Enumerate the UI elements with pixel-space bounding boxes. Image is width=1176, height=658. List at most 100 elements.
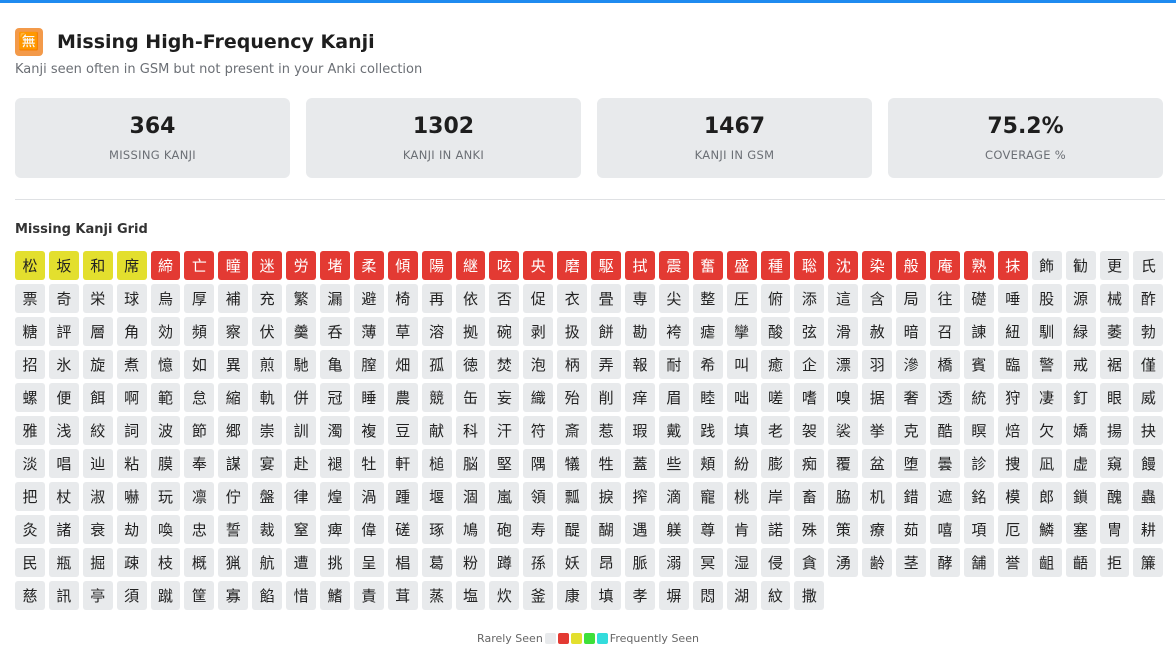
kanji-cell[interactable]: 凄 xyxy=(1031,383,1062,412)
kanji-cell[interactable]: 診 xyxy=(963,449,994,478)
kanji-cell[interactable]: 煮 xyxy=(116,350,147,379)
kanji-cell[interactable]: 這 xyxy=(828,284,859,313)
kanji-cell[interactable]: 紋 xyxy=(760,581,791,610)
kanji-cell[interactable]: 寿 xyxy=(523,515,554,544)
kanji-cell[interactable]: 煌 xyxy=(320,482,350,511)
kanji-cell[interactable]: 拭 xyxy=(625,251,655,280)
kanji-cell[interactable]: 徳 xyxy=(455,350,486,379)
kanji-cell[interactable]: 絞 xyxy=(82,416,113,445)
kanji-cell[interactable]: 企 xyxy=(794,350,825,379)
kanji-cell[interactable]: 餡 xyxy=(252,581,283,610)
kanji-cell[interactable]: 締 xyxy=(150,251,181,280)
kanji-cell[interactable]: 蒸 xyxy=(421,581,452,610)
kanji-cell[interactable]: 繁 xyxy=(286,284,317,313)
kanji-cell[interactable]: 戒 xyxy=(1065,350,1096,379)
kanji-cell[interactable]: 咄 xyxy=(726,383,757,412)
kanji-cell[interactable]: 賓 xyxy=(963,350,994,379)
kanji-cell[interactable]: 添 xyxy=(794,284,825,313)
kanji-cell[interactable]: 曇 xyxy=(930,449,960,478)
kanji-cell[interactable]: 肯 xyxy=(726,515,757,544)
kanji-cell[interactable]: 佇 xyxy=(218,482,249,511)
kanji-cell[interactable]: 剥 xyxy=(523,317,554,346)
kanji-cell[interactable]: 充 xyxy=(252,284,283,313)
kanji-cell[interactable]: 忠 xyxy=(184,515,215,544)
kanji-cell[interactable]: 警 xyxy=(1031,350,1062,379)
kanji-cell[interactable]: 献 xyxy=(421,416,452,445)
kanji-cell[interactable]: 馴 xyxy=(1031,317,1062,346)
kanji-cell[interactable]: 濁 xyxy=(320,416,350,445)
kanji-cell[interactable]: 痺 xyxy=(320,515,350,544)
kanji-cell[interactable]: 瞳 xyxy=(218,251,249,280)
kanji-cell[interactable]: 沈 xyxy=(828,251,859,280)
kanji-cell[interactable]: 湧 xyxy=(828,548,859,577)
kanji-cell[interactable]: 犠 xyxy=(557,449,588,478)
kanji-cell[interactable]: 航 xyxy=(252,548,283,577)
kanji-cell[interactable]: 鳩 xyxy=(455,515,486,544)
kanji-cell[interactable]: 溺 xyxy=(658,548,689,577)
kanji-cell[interactable]: 滲 xyxy=(896,350,927,379)
kanji-cell[interactable]: 膣 xyxy=(353,350,384,379)
kanji-cell[interactable]: 暗 xyxy=(896,317,927,346)
kanji-cell[interactable]: 熟 xyxy=(963,251,994,280)
kanji-cell[interactable]: 冑 xyxy=(1099,515,1130,544)
kanji-cell[interactable]: 齢 xyxy=(862,548,893,577)
kanji-cell[interactable]: 欠 xyxy=(1031,416,1062,445)
kanji-cell[interactable]: 招 xyxy=(15,350,45,379)
kanji-cell[interactable]: 拠 xyxy=(455,317,486,346)
kanji-cell[interactable]: 堅 xyxy=(489,449,520,478)
kanji-cell[interactable]: 酸 xyxy=(760,317,791,346)
kanji-cell[interactable]: 雅 xyxy=(15,416,45,445)
kanji-cell[interactable]: 鱗 xyxy=(1031,515,1062,544)
kanji-cell[interactable]: 律 xyxy=(286,482,317,511)
kanji-cell[interactable]: 殊 xyxy=(794,515,825,544)
kanji-cell[interactable]: 康 xyxy=(557,581,588,610)
kanji-cell[interactable]: 療 xyxy=(862,515,893,544)
kanji-cell[interactable]: 訊 xyxy=(48,581,79,610)
kanji-cell[interactable]: 戴 xyxy=(658,416,689,445)
kanji-cell[interactable]: 茎 xyxy=(896,548,927,577)
kanji-cell[interactable]: 削 xyxy=(591,383,622,412)
kanji-cell[interactable]: 踵 xyxy=(387,482,418,511)
kanji-cell[interactable]: 股 xyxy=(1031,284,1062,313)
kanji-cell[interactable]: 畳 xyxy=(591,284,622,313)
kanji-cell[interactable]: 堵 xyxy=(320,251,350,280)
kanji-cell[interactable]: 粘 xyxy=(116,449,147,478)
kanji-cell[interactable]: 瘧 xyxy=(692,317,723,346)
kanji-cell[interactable]: 齬 xyxy=(1065,548,1096,577)
kanji-cell[interactable]: 便 xyxy=(48,383,79,412)
kanji-cell[interactable]: 痒 xyxy=(625,383,655,412)
kanji-cell[interactable]: 軌 xyxy=(252,383,283,412)
kanji-cell[interactable]: 睦 xyxy=(692,383,723,412)
kanji-cell[interactable]: 堰 xyxy=(421,482,452,511)
kanji-cell[interactable]: 氷 xyxy=(48,350,79,379)
kanji-cell[interactable]: 効 xyxy=(150,317,181,346)
kanji-cell[interactable]: 缶 xyxy=(455,383,486,412)
kanji-cell[interactable]: 浅 xyxy=(48,416,79,445)
kanji-cell[interactable]: 訓 xyxy=(286,416,317,445)
kanji-cell[interactable]: 赦 xyxy=(862,317,893,346)
kanji-cell[interactable]: 泡 xyxy=(523,350,554,379)
kanji-cell[interactable]: 殆 xyxy=(557,383,588,412)
kanji-cell[interactable]: 釘 xyxy=(1065,383,1096,412)
kanji-cell[interactable]: 豆 xyxy=(387,416,418,445)
kanji-cell[interactable]: 傾 xyxy=(387,251,418,280)
kanji-cell[interactable]: 栄 xyxy=(82,284,113,313)
kanji-cell[interactable]: 喚 xyxy=(150,515,181,544)
kanji-cell[interactable]: 衣 xyxy=(557,284,588,313)
kanji-cell[interactable]: 挙 xyxy=(862,416,893,445)
kanji-cell[interactable]: 啊 xyxy=(116,383,147,412)
kanji-cell[interactable]: 辿 xyxy=(82,449,113,478)
kanji-cell[interactable]: 醜 xyxy=(1099,482,1130,511)
kanji-cell[interactable]: 漏 xyxy=(320,284,350,313)
kanji-cell[interactable]: 呈 xyxy=(353,548,384,577)
kanji-cell[interactable]: 挑 xyxy=(320,548,350,577)
kanji-cell[interactable]: 椅 xyxy=(387,284,418,313)
kanji-cell[interactable]: 波 xyxy=(150,416,181,445)
kanji-cell[interactable]: 亀 xyxy=(320,350,350,379)
kanji-cell[interactable]: 醐 xyxy=(591,515,622,544)
kanji-cell[interactable]: 亡 xyxy=(184,251,215,280)
kanji-cell[interactable]: 希 xyxy=(692,350,723,379)
kanji-cell[interactable]: 宴 xyxy=(252,449,283,478)
kanji-cell[interactable]: 染 xyxy=(862,251,893,280)
kanji-cell[interactable]: 膨 xyxy=(760,449,791,478)
